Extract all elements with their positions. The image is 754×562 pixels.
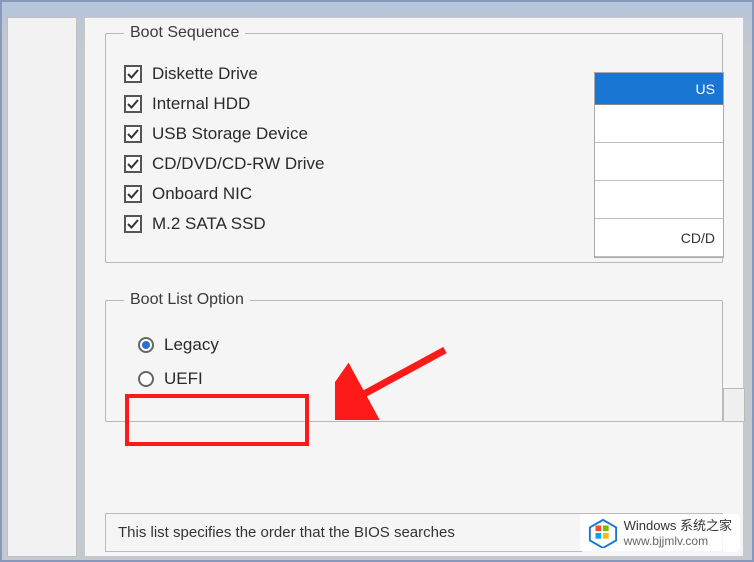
boot-item-label: CD/DVD/CD-RW Drive [152, 154, 325, 174]
radio-uefi[interactable]: UEFI [138, 369, 704, 389]
checkbox-icon[interactable] [124, 125, 142, 143]
radio-label: Legacy [164, 335, 219, 355]
boot-order-row[interactable]: CD/D [595, 219, 723, 257]
boot-item-label: Internal HDD [152, 94, 250, 114]
checkbox-icon[interactable] [124, 155, 142, 173]
boot-item-label: Diskette Drive [152, 64, 258, 84]
boot-item-label: M.2 SATA SSD [152, 214, 266, 234]
radio-icon[interactable] [138, 337, 154, 353]
boot-sequence-group: Boot Sequence Diskette Drive Internal HD… [105, 24, 723, 263]
boot-item-label: Onboard NIC [152, 184, 252, 204]
checkbox-icon[interactable] [124, 65, 142, 83]
radio-label: UEFI [164, 369, 203, 389]
boot-list-option-group: Boot List Option Legacy UEFI [105, 291, 723, 422]
watermark-url: www.bjjmlv.com [624, 534, 732, 548]
boot-order-header: US [595, 73, 723, 105]
watermark: Windows 系统之家 www.bjjmlv.com [580, 514, 740, 552]
checkbox-icon[interactable] [124, 95, 142, 113]
boot-order-row[interactable] [595, 105, 723, 143]
boot-sequence-legend: Boot Sequence [124, 24, 245, 42]
boot-item-label: USB Storage Device [152, 124, 308, 144]
radio-legacy[interactable]: Legacy [138, 335, 704, 355]
boot-order-table: US CD/D [594, 72, 724, 258]
watermark-title: Windows 系统之家 [624, 518, 732, 534]
windows-logo-icon [588, 518, 618, 548]
side-button[interactable] [723, 388, 745, 422]
bios-window: Boot Sequence Diskette Drive Internal HD… [0, 0, 754, 562]
boot-list-option-legend: Boot List Option [124, 291, 250, 309]
boot-order-row[interactable] [595, 181, 723, 219]
checkbox-icon[interactable] [124, 215, 142, 233]
main-settings-panel: Boot Sequence Diskette Drive Internal HD… [84, 17, 744, 557]
watermark-text: Windows 系统之家 www.bjjmlv.com [624, 518, 732, 548]
checkbox-icon[interactable] [124, 185, 142, 203]
boot-order-row[interactable] [595, 143, 723, 181]
radio-icon[interactable] [138, 371, 154, 387]
left-nav-panel [7, 17, 77, 557]
